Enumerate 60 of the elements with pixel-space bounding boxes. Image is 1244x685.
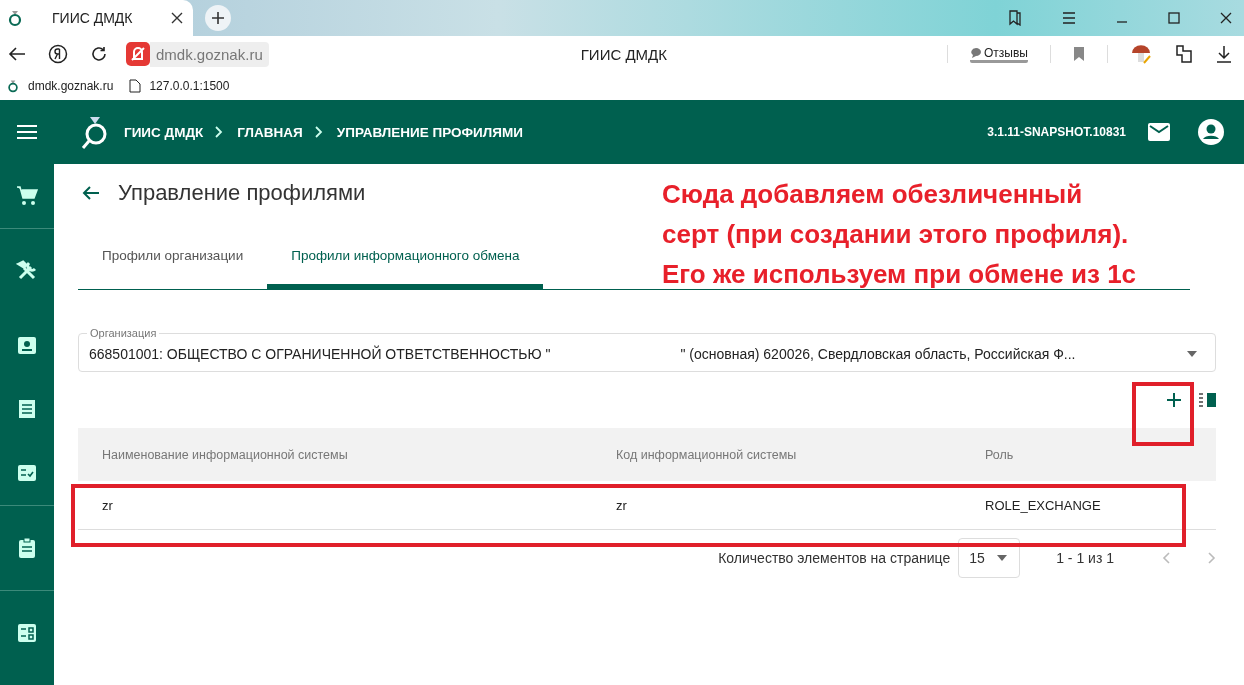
bookmark-link[interactable]: dmdk.goznak.ru (6, 79, 114, 93)
version-label: 3.1.11-SNAPSHOT.10831 (987, 125, 1126, 139)
breadcrumb-link[interactable]: ГЛАВНАЯ (237, 124, 303, 140)
close-icon[interactable] (1220, 12, 1232, 24)
mail-icon[interactable] (1148, 123, 1170, 141)
breadcrumb-link[interactable]: ГИИС ДМДК (124, 124, 204, 140)
reload-icon[interactable] (90, 45, 108, 63)
menu-icon[interactable] (1062, 12, 1076, 24)
close-icon[interactable] (171, 12, 183, 24)
page-size-label: Количество элементов на странице (718, 550, 951, 566)
ring-logo-icon (6, 9, 24, 27)
receipt-icon[interactable] (16, 398, 38, 420)
tab-title: ГИИС ДМДК (51, 10, 134, 26)
column-header: Наименование информационной системы (101, 447, 349, 462)
table-cell: ROLE_EXCHANGE (985, 497, 1101, 513)
bookmarks-icon[interactable] (1008, 10, 1022, 26)
new-tab-icon[interactable] (205, 5, 231, 31)
dropdown-caret-icon[interactable] (997, 555, 1008, 561)
page-size-select[interactable]: 15 (958, 538, 1021, 578)
download-icon[interactable] (1216, 45, 1232, 63)
page-heading: Управление профилями (118, 180, 366, 206)
bookmark-link[interactable]: 127.0.0.1:1500 (129, 79, 230, 93)
breadcrumb-link[interactable]: УПРАВЛЕНИЕ ПРОФИЛЯМИ (336, 124, 523, 140)
checklist-icon[interactable] (16, 462, 38, 484)
back-arrow-icon[interactable] (82, 185, 100, 201)
bookmark-icon[interactable] (1073, 46, 1085, 62)
ring-logo-icon (6, 79, 20, 93)
table-cell-text: zr (616, 497, 628, 513)
dropdown-caret-icon[interactable] (1187, 350, 1197, 357)
speech-bubble-icon (970, 46, 983, 59)
browser-tab[interactable]: ГИИС ДМДК (0, 0, 193, 36)
add-icon[interactable] (1167, 393, 1181, 407)
feedback-button[interactable]: Отзывы (970, 45, 1028, 63)
tab[interactable]: Профили организации (78, 248, 268, 289)
dashboard-icon[interactable] (16, 622, 38, 644)
columns-icon[interactable] (1199, 393, 1216, 407)
organization-select[interactable]: Организация 668501001: ОБЩЕСТВО С ОГРАНИЧЕННОЙ ОТВЕТСТВЕННОСТЬЮ " " (основная) 620026, Свердловская область, Российская Ф... (78, 326, 1216, 372)
tab[interactable]: Профили информационного обмена (267, 248, 544, 289)
highlight-frame (1132, 382, 1194, 446)
document-icon (129, 79, 142, 93)
mushroom-icon[interactable] (1130, 43, 1152, 65)
extensions-icon[interactable] (1174, 44, 1194, 64)
maximize-icon[interactable] (1168, 12, 1180, 24)
yandex-logo-icon[interactable] (48, 44, 68, 64)
address-field[interactable]: dmdk.goznak.ru (150, 41, 269, 67)
tools-icon[interactable] (16, 260, 38, 282)
column-header: Код информационной системы (616, 447, 798, 462)
chevron-icon (314, 126, 323, 138)
account-icon[interactable] (1198, 119, 1224, 145)
annotation-text: Сюда добавляем обезличенный серт (при создании этого профиля). Его же используем при обмене из 1с (662, 178, 1137, 291)
chevron-icon (215, 126, 224, 138)
security-warning-icon[interactable] (126, 42, 150, 66)
page-title: ГИИС ДМДК (580, 45, 668, 63)
clipboard-icon[interactable] (16, 537, 38, 559)
back-icon[interactable] (8, 46, 26, 62)
cart-icon[interactable] (16, 185, 38, 207)
page-range: 1 - 1 из 1 (1056, 550, 1114, 566)
column-header: Роль (985, 447, 1014, 462)
badge-icon[interactable] (16, 334, 38, 356)
table-cell-text: zr (101, 497, 114, 513)
